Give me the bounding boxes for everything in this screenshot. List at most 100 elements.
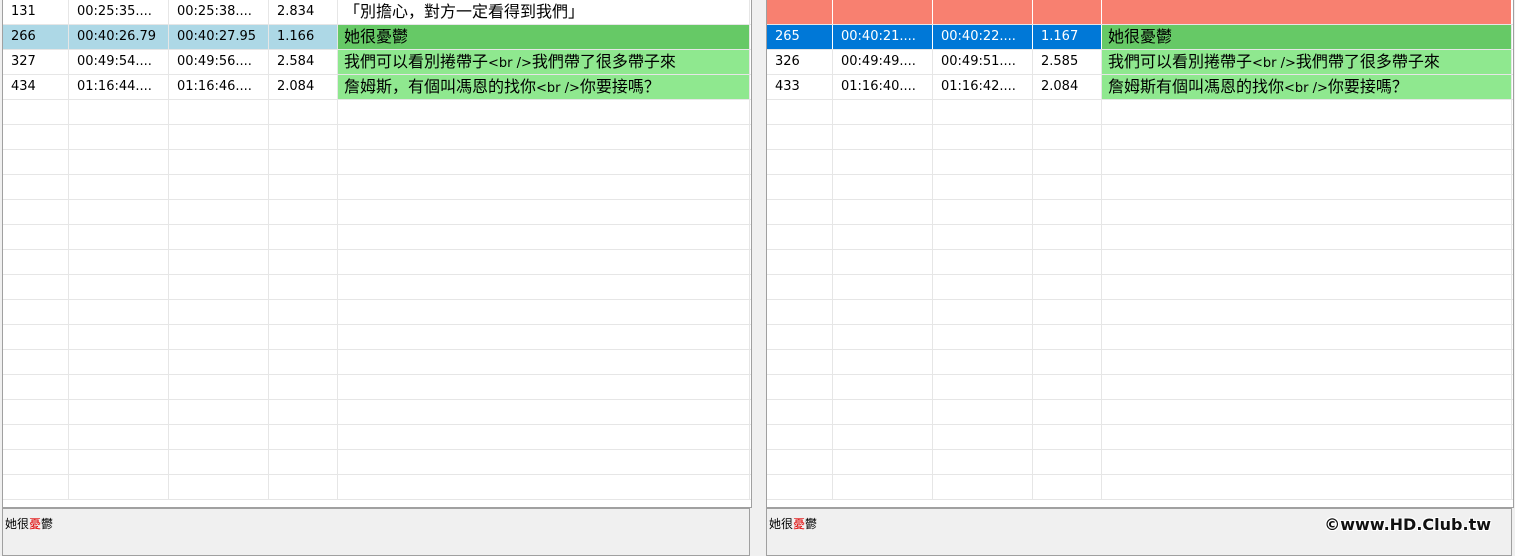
cell-end [169,150,269,174]
cell-num: 434 [3,75,69,99]
preview-text-after: 鬱 [805,517,818,531]
cell-dur [269,175,338,199]
cell-dur [1033,475,1102,499]
cell-start [833,100,933,124]
pane-splitter[interactable] [753,0,764,556]
empty-row[interactable] [3,425,751,450]
cell-num: 433 [767,75,833,99]
cell-num [3,300,69,324]
line-break-marker: <br /> [1252,56,1296,71]
cell-text [338,350,750,374]
cell-num: 266 [3,25,69,49]
cell-start [69,475,169,499]
cell-num: 326 [767,50,833,74]
cell-end [169,125,269,149]
cell-end [169,225,269,249]
subtitle-row[interactable]: 266 00:40:26.79 00:40:27.95 1.166 她很憂鬱 [3,25,751,50]
empty-row[interactable] [3,475,751,500]
preview-text-highlight: 憂 [793,517,806,531]
empty-row[interactable] [3,100,751,125]
subtitle-row[interactable]: 131 00:25:35.... 00:25:38.... 2.834 「別擔心，對方一… [3,0,751,25]
cell-dur [269,350,338,374]
cell-end [933,475,1033,499]
cell-num [767,225,833,249]
empty-row[interactable] [767,425,1513,450]
cell-dur [269,225,338,249]
cell-num [3,400,69,424]
cell-start [833,375,933,399]
cell-text [338,475,750,499]
empty-row[interactable] [767,225,1513,250]
cell-text: 詹姆斯，有個叫馮恩的找你<br />你要接嗎？ [338,75,750,99]
empty-row[interactable] [767,325,1513,350]
cell-num [767,275,833,299]
empty-row[interactable] [767,200,1513,225]
right-text-preview[interactable]: 她很憂鬱 ©www.HD.Club.tw [766,508,1512,556]
empty-row[interactable] [767,175,1513,200]
cell-start [69,225,169,249]
empty-row[interactable] [3,225,751,250]
cell-num [767,450,833,474]
cell-num [3,150,69,174]
empty-row[interactable] [3,250,751,275]
cell-num [767,0,833,24]
cell-num [767,200,833,224]
cell-end [933,425,1033,449]
cell-num [3,275,69,299]
empty-row[interactable] [767,375,1513,400]
empty-row[interactable] [767,275,1513,300]
cell-end [933,275,1033,299]
cell-end [169,175,269,199]
empty-row[interactable] [3,450,751,475]
cell-dur [1033,375,1102,399]
cell-text [1102,325,1512,349]
empty-row[interactable] [3,350,751,375]
empty-row[interactable] [3,300,751,325]
cell-num [767,325,833,349]
cell-start [833,450,933,474]
cell-end [933,300,1033,324]
cell-text [1102,175,1512,199]
cell-dur [1033,400,1102,424]
subtitle-row[interactable]: 433 01:16:40.... 01:16:42.... 2.084 詹姆斯有個叫馮恩… [767,75,1513,100]
empty-row[interactable] [767,100,1513,125]
line-break-marker: <br /> [536,81,580,96]
cell-end: 00:25:38.... [169,0,269,24]
left-subtitle-grid[interactable]: 131 00:25:35.... 00:25:38.... 2.834 「別擔心，對方一… [2,0,752,508]
empty-row[interactable] [767,150,1513,175]
subtitle-row[interactable]: 265 00:40:21.... 00:40:22.... 1.167 她很憂鬱 [767,25,1513,50]
cell-start [69,400,169,424]
empty-row[interactable] [767,125,1513,150]
empty-row[interactable] [767,475,1513,500]
empty-row[interactable] [3,125,751,150]
cell-dur: 2.834 [269,0,338,24]
empty-row[interactable] [3,275,751,300]
empty-row[interactable] [3,400,751,425]
subtitle-row[interactable]: 327 00:49:54.... 00:49:56.... 2.584 我們可以看別捲帶… [3,50,751,75]
empty-row[interactable] [767,350,1513,375]
empty-row[interactable] [3,375,751,400]
cell-start [833,150,933,174]
empty-row[interactable] [3,150,751,175]
empty-row[interactable] [767,250,1513,275]
empty-row[interactable] [3,325,751,350]
cell-end [169,300,269,324]
left-text-preview[interactable]: 她很憂鬱 [2,508,750,556]
cell-text [338,275,750,299]
right-subtitle-grid[interactable]: 265 00:40:21.... 00:40:22.... 1.167 她很憂鬱 326 0… [766,0,1514,508]
empty-row[interactable] [3,200,751,225]
subtitle-row[interactable] [767,0,1513,25]
cell-text [1102,375,1512,399]
cell-end [169,250,269,274]
cell-num [767,150,833,174]
empty-row[interactable] [3,175,751,200]
empty-row[interactable] [767,400,1513,425]
cell-dur [1033,100,1102,124]
empty-row[interactable] [767,300,1513,325]
subtitle-row[interactable]: 326 00:49:49.... 00:49:51.... 2.585 我們可以看別捲帶… [767,50,1513,75]
cell-num: 265 [767,25,833,49]
cell-text [1102,250,1512,274]
subtitle-row[interactable]: 434 01:16:44.... 01:16:46.... 2.084 詹姆斯，有個叫馮… [3,75,751,100]
empty-row[interactable] [767,450,1513,475]
cell-dur [1033,225,1102,249]
